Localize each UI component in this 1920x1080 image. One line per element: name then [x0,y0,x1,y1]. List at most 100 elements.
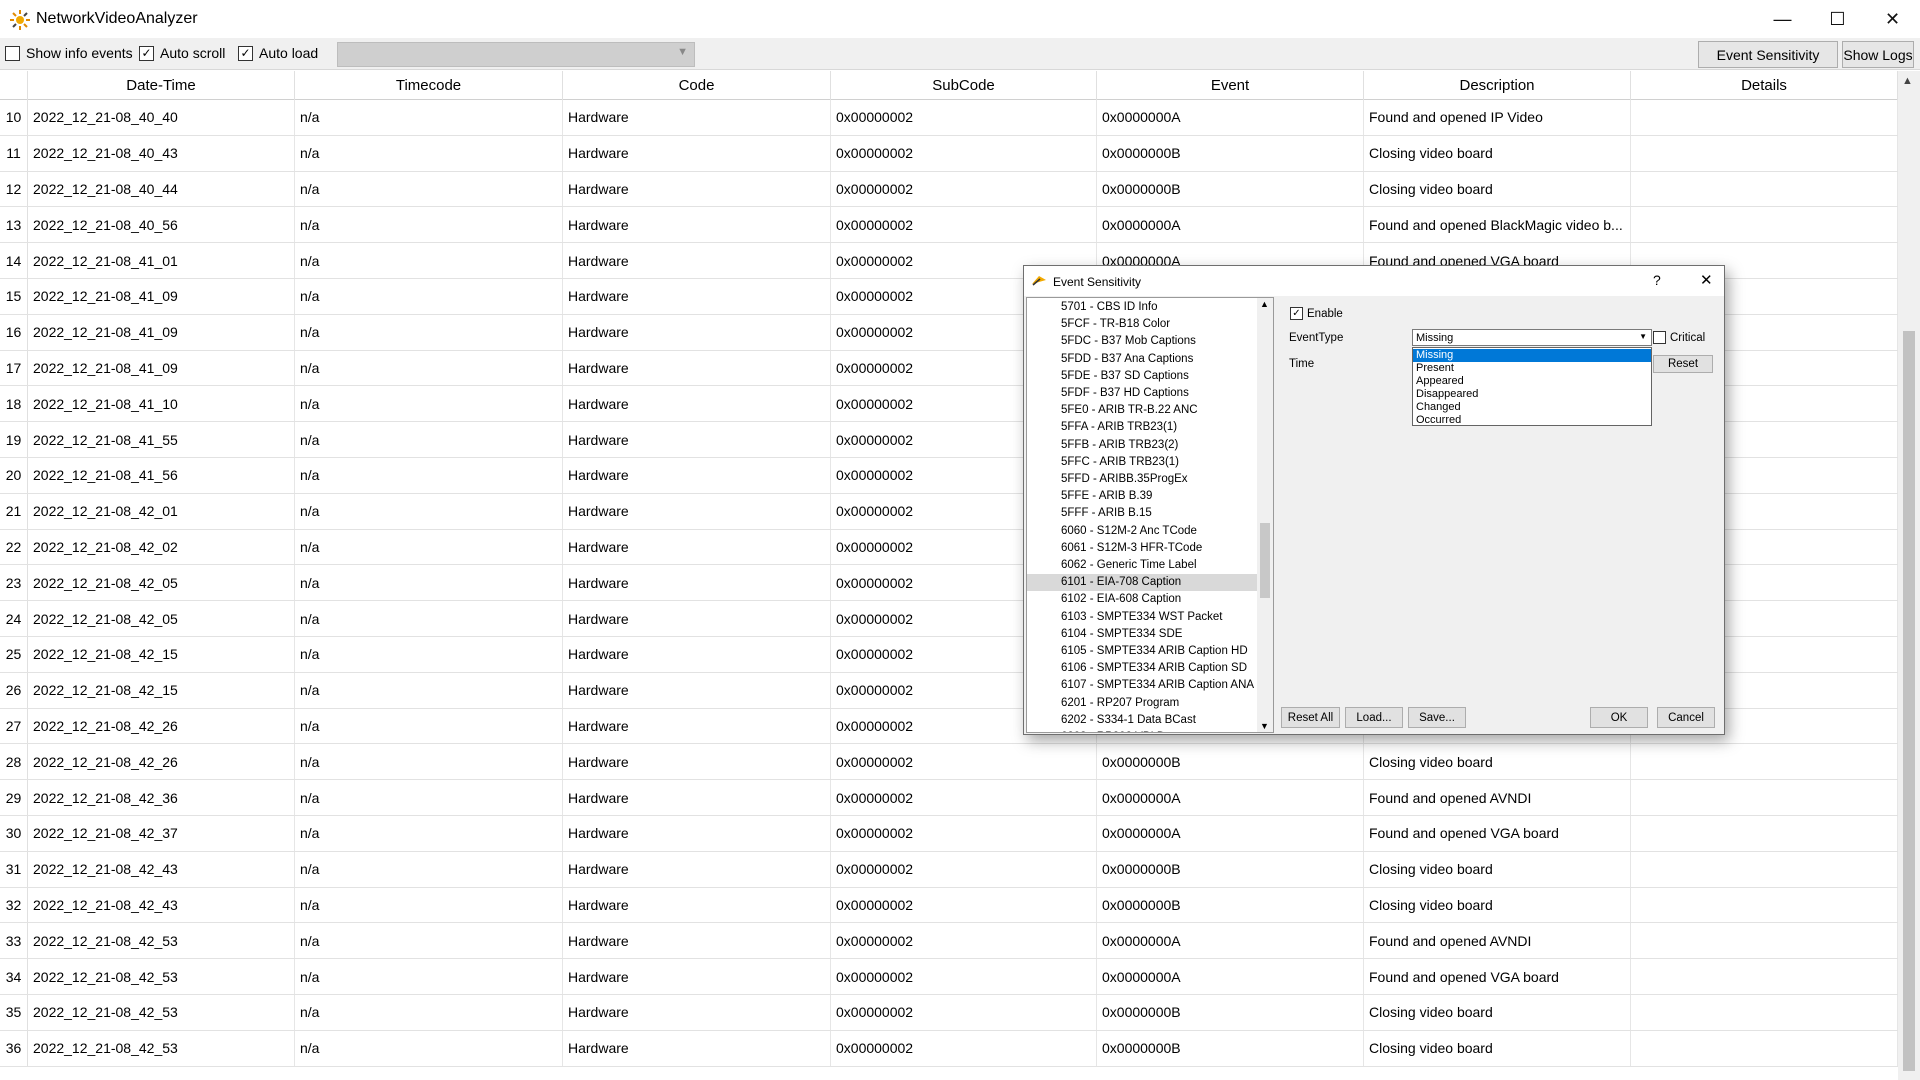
event-code-item[interactable]: 6202 - S334-1 Data BCast [1027,712,1257,729]
column-header[interactable]: SubCode [831,71,1097,100]
event-code-item[interactable]: 5FFC - ARIB TRB23(1) [1027,454,1257,471]
event-code-item[interactable]: 6060 - S12M-2 Anc TCode [1027,523,1257,540]
table-row[interactable]: 29 2022_12_21-08_42_36 n/a Hardware 0x000000… [0,780,1900,816]
column-header[interactable]: Code [563,71,831,100]
table-row[interactable]: 33 2022_12_21-08_42_53 n/a Hardware 0x000000… [0,923,1900,960]
table-scrollbar[interactable]: ▲ [1898,71,1920,1080]
cell-details [1631,923,1898,959]
help-button[interactable]: ? [1653,272,1661,288]
ok-button[interactable]: OK [1590,707,1648,728]
event-code-item[interactable]: 5FDC - B37 Mob Captions [1027,333,1257,350]
event-code-item[interactable]: 5701 - CBS ID Info [1027,299,1257,316]
cell-timecode: n/a [295,995,563,1030]
eventtype-option[interactable]: Disappeared [1413,388,1651,401]
event-code-item[interactable]: 5FFF - ARIB B.15 [1027,505,1257,522]
reset-all-button[interactable]: Reset All [1281,707,1340,728]
table-row[interactable]: 12 2022_12_21-08_40_44 n/a Hardware 0x000000… [0,171,1900,208]
save-button[interactable]: Save... [1408,707,1466,728]
event-code-list[interactable]: 5701 - CBS ID Info 5FCF - TR-B18 Color 5FD… [1026,297,1274,733]
scroll-up-icon[interactable]: ▲ [1260,299,1269,309]
auto-load-checkbox[interactable]: ✓ Auto load [238,45,318,61]
event-code-item[interactable]: 5FFE - ARIB B.39 [1027,488,1257,505]
critical-label: Critical [1670,331,1706,344]
enable-checkbox[interactable]: ✓ Enable [1290,307,1343,320]
cell-code: Hardware [563,995,831,1030]
event-code-item[interactable]: 6102 - EIA-608 Caption [1027,591,1257,608]
event-code-item[interactable]: 5FFB - ARIB TRB23(2) [1027,437,1257,454]
enable-label: Enable [1307,307,1343,320]
maximize-button[interactable]: ☐ [1810,0,1865,38]
checkbox-box[interactable]: ✓ [139,45,154,61]
show-logs-button[interactable]: Show Logs [1842,41,1914,68]
checkbox-box[interactable]: ✓ [1290,307,1303,320]
checkbox-box[interactable] [5,45,20,61]
event-code-item[interactable]: 5FDE - B37 SD Captions [1027,368,1257,385]
column-header[interactable]: Description [1364,71,1631,100]
dialog-close-button[interactable]: ✕ [1700,271,1713,289]
event-code-item[interactable]: 5FFA - ARIB TRB23(1) [1027,419,1257,436]
row-number: 10 [0,100,28,135]
table-row[interactable]: 36 2022_12_21-08_42_53 n/a Hardware 0x000000… [0,1030,1900,1067]
cell-details [1631,995,1898,1030]
event-code-item[interactable]: 6107 - SMPTE334 ARIB Caption ANA [1027,677,1257,694]
table-row[interactable]: 32 2022_12_21-08_42_43 n/a Hardware 0x000000… [0,887,1900,924]
table-row[interactable]: 11 2022_12_21-08_40_43 n/a Hardware 0x000000… [0,135,1900,172]
cell-description: Found and opened AVNDI [1364,923,1631,959]
list-scrollbar[interactable]: ▲ ▼ [1257,298,1273,732]
event-code-item[interactable]: 6106 - SMPTE334 ARIB Caption SD [1027,660,1257,677]
cell-timecode: n/a [295,135,563,171]
eventtype-option[interactable]: Missing [1413,349,1651,362]
auto-scroll-checkbox[interactable]: ✓ Auto scroll [139,45,225,61]
cell-subcode: 0x00000002 [831,100,1097,135]
table-row[interactable]: 31 2022_12_21-08_42_43 n/a Hardware 0x000000… [0,851,1900,888]
table-row[interactable]: 10 2022_12_21-08_40_40 n/a Hardware 0x000000… [0,100,1900,136]
eventtype-option[interactable]: Present [1413,362,1651,375]
filter-combobox[interactable]: ▼ [337,42,695,67]
event-code-item[interactable]: 6105 - SMPTE334 ARIB Caption HD [1027,643,1257,660]
critical-checkbox[interactable]: Critical [1653,331,1705,344]
show-info-events-checkbox[interactable]: Show info events [5,45,133,61]
event-code-item[interactable]: 5FE0 - ARIB TR-B.22 ANC [1027,402,1257,419]
eventtype-option[interactable]: Appeared [1413,375,1651,388]
cell-code: Hardware [563,279,831,314]
checkbox-box[interactable] [1653,331,1666,344]
event-sensitivity-button[interactable]: Event Sensitivity [1698,41,1838,68]
event-code-item[interactable]: 5FFD - ARIBB.35ProgEx [1027,471,1257,488]
scroll-up-icon[interactable]: ▲ [1902,75,1913,87]
scrollbar-thumb[interactable] [1903,331,1915,1071]
event-code-item[interactable]: 6101 - EIA-708 Caption [1027,574,1257,592]
cancel-button[interactable]: Cancel [1657,707,1715,728]
event-code-item[interactable]: 5FDF - B37 HD Captions [1027,385,1257,402]
eventtype-dropdown[interactable]: Missing ▼ [1412,329,1652,346]
minimize-button[interactable]: — [1755,0,1810,38]
column-header[interactable]: Date-Time [28,71,295,100]
eventtype-option[interactable]: Occurred [1413,414,1651,427]
event-code-item[interactable]: 6203 - RP208 VBI Data [1027,729,1257,732]
event-code-item[interactable]: 6103 - SMPTE334 WST Packet [1027,609,1257,626]
event-code-item[interactable]: 6062 - Generic Time Label [1027,557,1257,574]
close-button[interactable]: ✕ [1865,0,1920,38]
list-scrollbar-thumb[interactable] [1260,523,1270,598]
column-header[interactable]: Timecode [295,71,563,100]
table-row[interactable]: 34 2022_12_21-08_42_53 n/a Hardware 0x000000… [0,959,1900,995]
table-row[interactable]: 30 2022_12_21-08_42_37 n/a Hardware 0x000000… [0,816,1900,852]
column-header[interactable]: Details [1631,71,1898,100]
cell-timecode: n/a [295,565,563,601]
checkbox-box[interactable]: ✓ [238,45,253,61]
event-code-item[interactable]: 6104 - SMPTE334 SDE [1027,626,1257,643]
reset-button[interactable]: Reset [1653,355,1713,373]
event-code-item[interactable]: 5FCF - TR-B18 Color [1027,316,1257,333]
event-code-item[interactable]: 5FDD - B37 Ana Captions [1027,351,1257,368]
table-row[interactable]: 28 2022_12_21-08_42_26 n/a Hardware 0x000000… [0,744,1900,781]
cell-description: Found and opened AVNDI [1364,780,1631,815]
table-row[interactable]: 13 2022_12_21-08_40_56 n/a Hardware 0x000000… [0,207,1900,244]
cell-description: Found and opened BlackMagic video b... [1364,207,1631,243]
event-code-item[interactable]: 6201 - RP207 Program [1027,695,1257,712]
row-number: 27 [0,708,28,744]
load-button[interactable]: Load... [1345,707,1403,728]
scroll-down-icon[interactable]: ▼ [1260,721,1269,731]
column-header[interactable]: Event [1097,71,1364,100]
table-row[interactable]: 35 2022_12_21-08_42_53 n/a Hardware 0x000000… [0,995,1900,1031]
event-code-item[interactable]: 6061 - S12M-3 HFR-TCode [1027,540,1257,557]
eventtype-option[interactable]: Changed [1413,401,1651,414]
